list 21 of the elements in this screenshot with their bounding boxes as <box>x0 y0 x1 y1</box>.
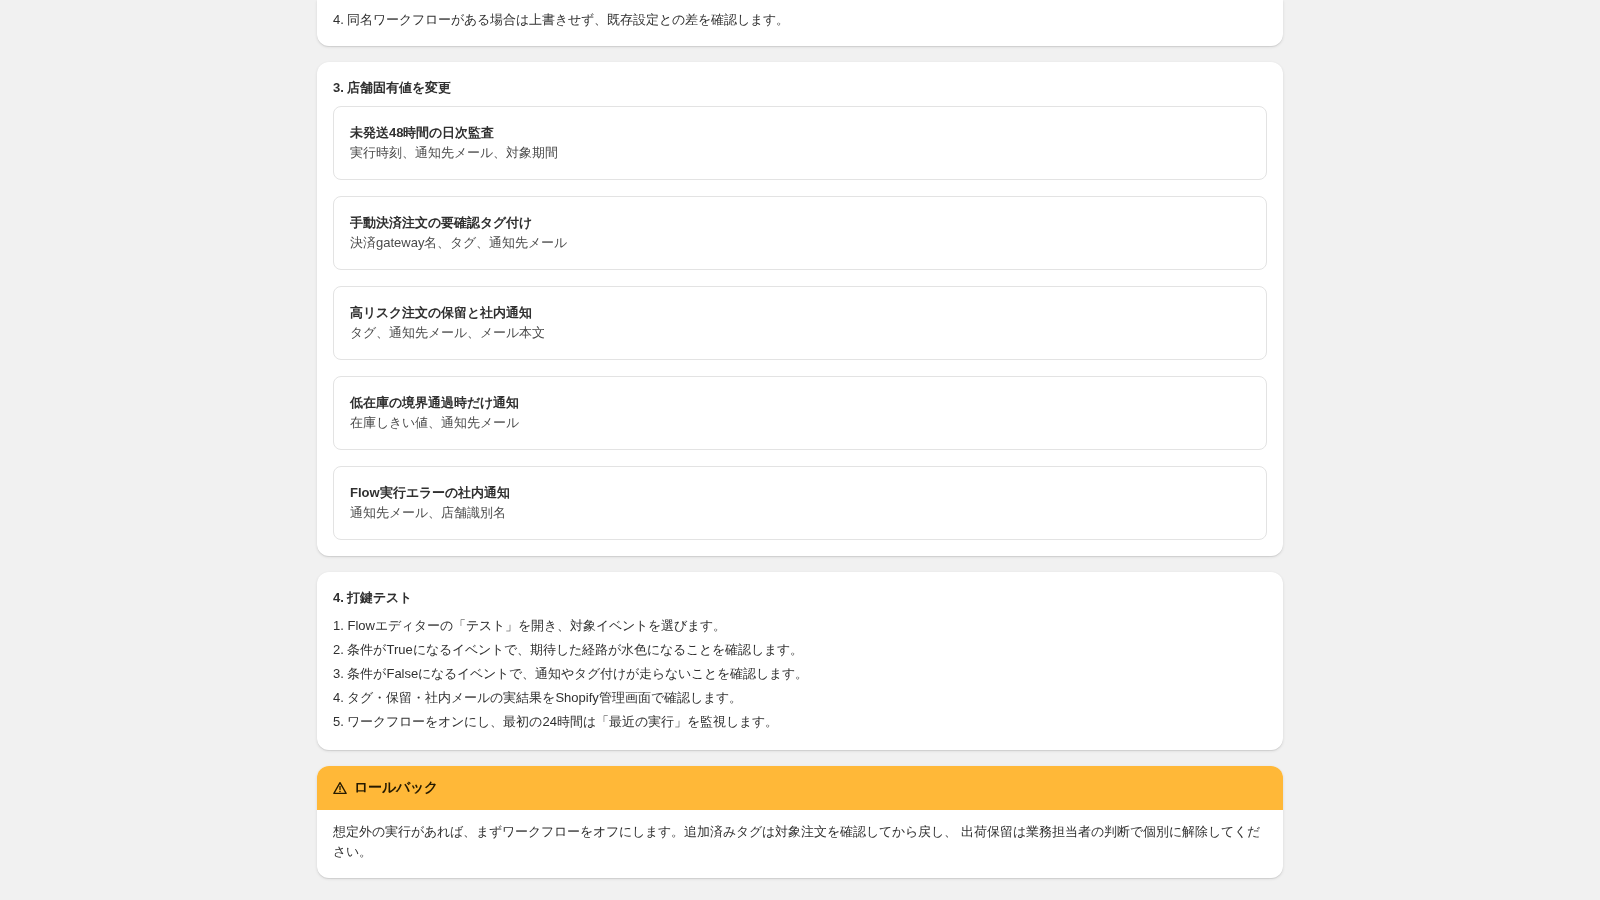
setting-detail: 実行時刻、通知先メール、対象期間 <box>350 144 559 162</box>
setting-title: 高リスク注文の保留と社内通知 <box>350 304 533 322</box>
callout-title: ロールバック <box>354 779 438 797</box>
step-text: 4. 同名ワークフローがある場合は上書きせず、既存設定との差を確認します。 <box>333 11 791 29</box>
setting-title: 手動決済注文の要確認タグ付け <box>350 214 533 232</box>
setting-title: 未発送48時間の日次監査 <box>350 124 496 142</box>
warning-icon <box>333 781 347 795</box>
setting-detail: 決済gateway名、タグ、通知先メール <box>350 234 569 252</box>
step-text: 4. タグ・保留・社内メールの実結果をShopify管理画面で確認します。 <box>333 689 743 707</box>
step-text: 3. 条件がFalseになるイベントで、通知やタグ付けが走らないことを確認します。 <box>333 665 810 683</box>
setting-detail: タグ、通知先メール、メール本文 <box>350 324 546 342</box>
callout-body: 想定外の実行があれば、まずワークフローをオフにします。追加済みタグは対象注文を確認してから戻し、 出荷保留は業務担当者の判断で個別に解除してください。 <box>332 823 1261 861</box>
setting-detail: 通知先メール、店舗識別名 <box>350 504 507 522</box>
section-heading: 4. 打鍵テスト <box>333 589 414 607</box>
setting-title: 低在庫の境界通過時だけ通知 <box>350 394 520 412</box>
setting-detail: 在庫しきい値、通知先メール <box>350 414 520 432</box>
step-text: 1. Flowエディターの「テスト」を開き、対象イベントを選びます。 <box>333 617 727 635</box>
step-text: 5. ワークフローをオンにし、最初の24時間は「最近の実行」を監視します。 <box>333 713 779 731</box>
section-heading: 3. 店舗固有値を変更 <box>333 79 453 97</box>
step-text: 2. 条件がTrueになるイベントで、期待した経路が水色になることを確認します。 <box>333 641 804 659</box>
setting-title: Flow実行エラーの社内通知 <box>350 484 511 502</box>
